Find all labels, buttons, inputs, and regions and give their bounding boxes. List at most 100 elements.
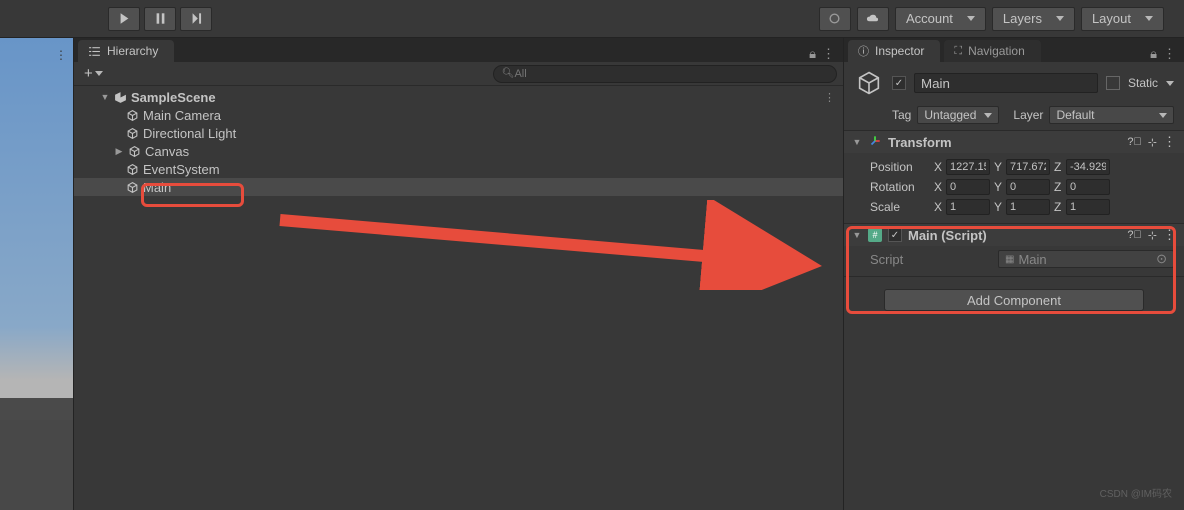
account-dropdown[interactable]: Account bbox=[895, 7, 986, 31]
rotation-x-input[interactable] bbox=[946, 179, 990, 195]
kebab-icon[interactable]: ⋮ bbox=[1163, 46, 1176, 62]
script-value: Main bbox=[1018, 252, 1046, 267]
position-x-input[interactable] bbox=[946, 159, 990, 175]
cloud-icon bbox=[866, 12, 879, 25]
layer-dropdown[interactable]: Default bbox=[1049, 106, 1174, 124]
preset-icon[interactable]: ⊹ bbox=[1148, 136, 1157, 149]
preset-icon[interactable]: ⊹ bbox=[1148, 229, 1157, 242]
chevron-down-icon bbox=[984, 113, 992, 118]
hierarchy-sub-toolbar: + 🔍︎ bbox=[74, 62, 843, 86]
fold-icon[interactable]: ▼ bbox=[852, 230, 862, 240]
tree-item-canvas[interactable]: ▶ Canvas bbox=[74, 142, 843, 160]
inspector-tab[interactable]: ⓘ Inspector bbox=[848, 40, 940, 62]
transform-title: Transform bbox=[888, 135, 1121, 150]
pause-button[interactable] bbox=[144, 7, 176, 31]
object-name-input[interactable] bbox=[914, 73, 1098, 93]
scale-z-input[interactable] bbox=[1066, 199, 1110, 215]
chevron-down-icon bbox=[1056, 16, 1064, 21]
tree-item-main[interactable]: Main bbox=[74, 178, 843, 196]
inspector-tab-label: Inspector bbox=[875, 44, 924, 58]
lock-icon[interactable]: 🔒︎ bbox=[1150, 46, 1157, 62]
fold-icon[interactable]: ▼ bbox=[100, 92, 110, 102]
navigation-tab[interactable]: ⛶ Navigation bbox=[944, 40, 1040, 62]
fold-icon[interactable]: ▶ bbox=[114, 146, 124, 157]
inspector-tab-bar: ⓘ Inspector ⛶ Navigation 🔒︎ ⋮ bbox=[844, 38, 1184, 62]
script-enabled-checkbox[interactable]: ✓ bbox=[888, 228, 902, 242]
static-checkbox[interactable] bbox=[1106, 76, 1120, 90]
item-label: Main Camera bbox=[143, 108, 221, 123]
collab-button[interactable] bbox=[819, 7, 851, 31]
layers-dropdown[interactable]: Layers bbox=[992, 7, 1075, 31]
watermark: CSDN @IM码农 bbox=[1100, 485, 1172, 500]
object-picker-icon[interactable]: ⊙ bbox=[1156, 251, 1167, 267]
step-icon bbox=[190, 12, 203, 25]
item-label: Canvas bbox=[145, 144, 189, 159]
layout-label: Layout bbox=[1092, 11, 1131, 26]
tag-dropdown[interactable]: Untagged bbox=[917, 106, 999, 124]
tree-item-eventsystem[interactable]: EventSystem bbox=[74, 160, 843, 178]
nav-icon: ⛶ bbox=[954, 45, 962, 58]
item-label: Directional Light bbox=[143, 126, 236, 141]
chevron-down-icon[interactable] bbox=[1166, 81, 1174, 86]
script-component: ▼ # ✓ Main (Script) ?⃝ ⊹ ⋮ Script ▦ Main… bbox=[844, 224, 1184, 277]
tree-item-camera[interactable]: Main Camera bbox=[74, 106, 843, 124]
kebab-icon[interactable]: ⋮ bbox=[1163, 227, 1176, 243]
add-component-button[interactable]: Add Component bbox=[884, 289, 1144, 311]
transform-header[interactable]: ▼ Transform ?⃝ ⊹ ⋮ bbox=[844, 131, 1184, 153]
lock-icon[interactable]: 🔒︎ bbox=[809, 46, 816, 62]
help-icon[interactable]: ?⃝ bbox=[1127, 229, 1141, 241]
kebab-icon[interactable]: ⋮ bbox=[824, 91, 835, 104]
top-toolbar: Account Layers Layout bbox=[0, 0, 1184, 38]
step-button[interactable] bbox=[180, 7, 212, 31]
scale-x-input[interactable] bbox=[946, 199, 990, 215]
active-checkbox[interactable]: ✓ bbox=[892, 76, 906, 90]
item-label: Main bbox=[143, 180, 171, 195]
item-label: EventSystem bbox=[143, 162, 220, 177]
gameobject-icon bbox=[126, 127, 139, 140]
script-field[interactable]: ▦ Main ⊙ bbox=[998, 250, 1174, 268]
search-input[interactable] bbox=[514, 68, 828, 80]
scale-y-input[interactable] bbox=[1006, 199, 1050, 215]
search-icon: 🔍︎ bbox=[502, 68, 515, 79]
inspector-header: ✓ Static Tag Untagged Layer Default bbox=[844, 62, 1184, 131]
rotation-z-input[interactable] bbox=[1066, 179, 1110, 195]
position-label: Position bbox=[870, 160, 930, 174]
scene-ground bbox=[0, 420, 73, 510]
help-icon[interactable]: ?⃝ bbox=[1127, 136, 1141, 148]
cloud-button[interactable] bbox=[857, 7, 889, 31]
unity-icon bbox=[114, 91, 127, 104]
scale-label: Scale bbox=[870, 200, 930, 214]
gameobject-icon[interactable] bbox=[854, 68, 884, 98]
play-button[interactable] bbox=[108, 7, 140, 31]
kebab-icon[interactable]: ⋮ bbox=[1163, 134, 1176, 150]
scene-panel: ⋮ bbox=[0, 38, 74, 510]
collab-icon bbox=[828, 12, 841, 25]
position-y-input[interactable] bbox=[1006, 159, 1050, 175]
hierarchy-panel: Hierarchy 🔒︎ ⋮ + 🔍︎ ▼ SampleScene ⋮ bbox=[74, 38, 844, 510]
gameobject-icon bbox=[128, 145, 141, 158]
tree-item-light[interactable]: Directional Light bbox=[74, 124, 843, 142]
rotation-y-input[interactable] bbox=[1006, 179, 1050, 195]
layout-dropdown[interactable]: Layout bbox=[1081, 7, 1164, 31]
position-z-input[interactable] bbox=[1066, 159, 1110, 175]
hierarchy-tab-bar: Hierarchy 🔒︎ ⋮ bbox=[74, 38, 843, 62]
hierarchy-tab-label: Hierarchy bbox=[107, 44, 158, 58]
kebab-icon[interactable]: ⋮ bbox=[55, 48, 67, 62]
chevron-down-icon bbox=[95, 71, 103, 76]
play-icon bbox=[118, 12, 131, 25]
kebab-icon[interactable]: ⋮ bbox=[822, 46, 835, 62]
hierarchy-tab[interactable]: Hierarchy bbox=[78, 40, 174, 62]
fold-icon[interactable]: ▼ bbox=[852, 137, 862, 147]
layers-label: Layers bbox=[1003, 11, 1042, 26]
static-label: Static bbox=[1128, 76, 1158, 90]
script-component-header[interactable]: ▼ # ✓ Main (Script) ?⃝ ⊹ ⋮ bbox=[844, 224, 1184, 246]
hierarchy-search[interactable]: 🔍︎ bbox=[493, 65, 837, 83]
scene-row[interactable]: ▼ SampleScene ⋮ bbox=[74, 88, 843, 106]
inspector-panel: ⓘ Inspector ⛶ Navigation 🔒︎ ⋮ ✓ Static T… bbox=[844, 38, 1184, 510]
create-button[interactable]: + bbox=[80, 63, 107, 84]
transform-icon bbox=[868, 134, 882, 151]
account-label: Account bbox=[906, 11, 953, 26]
gameobject-icon bbox=[126, 181, 139, 194]
hierarchy-icon bbox=[88, 45, 101, 58]
add-component-label: Add Component bbox=[967, 293, 1061, 308]
